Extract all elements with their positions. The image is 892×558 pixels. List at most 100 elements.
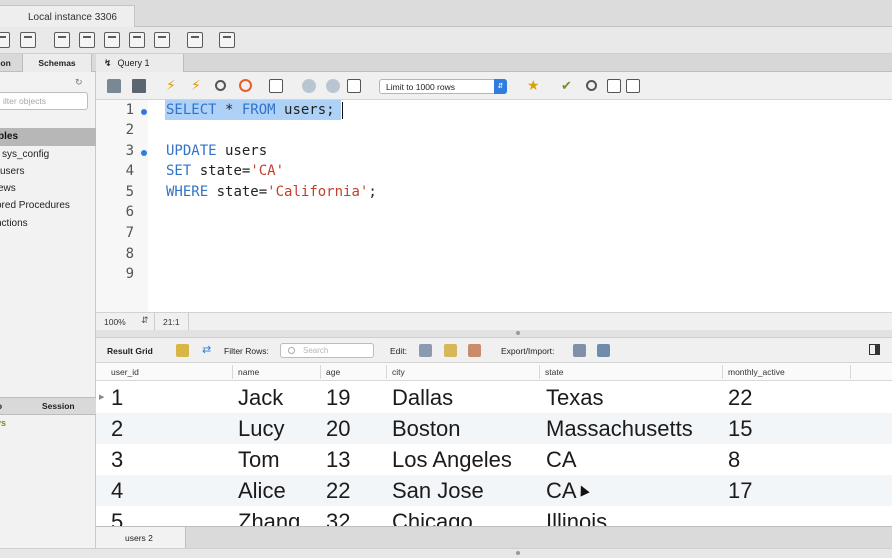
rollback-icon[interactable]	[326, 79, 340, 93]
create-schema-icon[interactable]	[79, 32, 95, 48]
cell-city[interactable]: Los Angeles	[392, 447, 512, 473]
table-row[interactable]: 2 Lucy 20 Boston Massachusetts 15	[96, 413, 892, 444]
column-divider[interactable]	[232, 365, 233, 379]
cell-city[interactable]: San Jose	[392, 478, 484, 504]
table-row[interactable]: 4 Alice 22 San Jose CA 17	[96, 475, 892, 506]
cell-user-id[interactable]: 5	[111, 509, 123, 526]
tab-query-1[interactable]: ↯ Query 1	[96, 54, 184, 72]
add-snippet-icon[interactable]: ★	[527, 77, 541, 93]
cell-state[interactable]: CA	[546, 478, 577, 504]
inspector-icon[interactable]	[54, 32, 70, 48]
cell-age[interactable]: 20	[326, 416, 350, 442]
cell-name[interactable]: Lucy	[238, 416, 284, 442]
pane-splitter[interactable]	[96, 330, 892, 338]
import-icon[interactable]	[597, 344, 610, 357]
sql-editor[interactable]: 1 2 3 4 5 6 7 8 9 SELECT * FROM users; U…	[96, 100, 892, 312]
filter-objects-input[interactable]: ilter objects	[0, 92, 88, 110]
table-row[interactable]: 5 Zhang 32 Chicago Illinois	[96, 506, 892, 526]
tree-item-sys-config[interactable]: sys_config	[2, 149, 49, 160]
code-line-5[interactable]: WHERE state='California';	[166, 184, 377, 200]
tree-item-functions[interactable]: nctions	[0, 218, 28, 229]
splitter-handle-icon[interactable]	[516, 331, 520, 335]
cell-monthly-active[interactable]: 15	[728, 416, 752, 442]
cell-user-id[interactable]: 1	[111, 385, 123, 411]
column-header[interactable]: state	[545, 367, 563, 377]
cell-age[interactable]: 32	[326, 509, 350, 526]
code-line-3[interactable]: UPDATE users	[166, 143, 267, 159]
cell-name[interactable]: Tom	[238, 447, 280, 473]
column-divider[interactable]	[386, 365, 387, 379]
execute-icon[interactable]: ⚡	[166, 77, 180, 93]
tree-item-users[interactable]: users	[0, 166, 24, 177]
cell-name[interactable]: Alice	[238, 478, 286, 504]
tab-result-users-2[interactable]: users 2	[96, 527, 186, 548]
create-table-icon[interactable]	[104, 32, 120, 48]
table-row[interactable]: 1 Jack 19 Dallas Texas 22	[96, 382, 892, 413]
column-header[interactable]: monthly_active	[728, 367, 785, 377]
cell-state[interactable]: Texas	[546, 385, 603, 411]
filter-rows-input[interactable]: Search	[280, 343, 374, 358]
zoom-stepper-icon[interactable]: ⇵	[141, 315, 149, 326]
cell-user-id[interactable]: 2	[111, 416, 123, 442]
cell-city[interactable]: Boston	[392, 416, 461, 442]
execute-current-icon[interactable]: ⚡	[191, 77, 205, 93]
column-header[interactable]: user_id	[111, 367, 139, 377]
toggle-side-panel-icon[interactable]	[869, 344, 880, 355]
instance-tab[interactable]: Local instance 3306	[0, 5, 135, 27]
invisible-chars-icon[interactable]	[607, 79, 621, 93]
cell-state[interactable]: Illinois	[546, 509, 607, 526]
cell-age[interactable]: 22	[326, 478, 350, 504]
cell-user-id[interactable]: 4	[111, 478, 123, 504]
refresh-rows-icon[interactable]: ⇄	[202, 343, 215, 356]
tab-schemas[interactable]: Schemas	[22, 54, 92, 72]
create-view-icon[interactable]	[129, 32, 145, 48]
tree-item-stored-procedures[interactable]: ored Procedures	[0, 200, 70, 211]
create-procedure-icon[interactable]	[154, 32, 170, 48]
column-header[interactable]: name	[238, 367, 259, 377]
cell-city[interactable]: Dallas	[392, 385, 453, 411]
toggle-continue-on-error-icon[interactable]	[269, 79, 283, 93]
column-header[interactable]: age	[326, 367, 340, 377]
cell-name[interactable]: Zhang	[238, 509, 300, 526]
column-divider[interactable]	[850, 365, 851, 379]
code-line-1[interactable]: SELECT * FROM users;	[166, 102, 335, 118]
cell-state[interactable]: Massachusetts	[546, 416, 693, 442]
splitter-handle-icon[interactable]	[516, 551, 520, 555]
insert-row-icon[interactable]	[444, 344, 457, 357]
open-sql-script-icon[interactable]	[20, 32, 36, 48]
new-sql-tab-icon[interactable]	[0, 32, 10, 48]
column-divider[interactable]	[722, 365, 723, 379]
open-file-icon[interactable]	[107, 79, 121, 93]
code-line-4[interactable]: SET state='CA'	[166, 163, 284, 179]
bottom-splitter[interactable]	[0, 548, 892, 558]
tree-item-views[interactable]: ews	[0, 183, 16, 194]
column-header[interactable]: city	[392, 367, 405, 377]
column-divider[interactable]	[320, 365, 321, 379]
cell-age[interactable]: 13	[326, 447, 350, 473]
delete-row-icon[interactable]	[468, 344, 481, 357]
cell-monthly-active[interactable]: 22	[728, 385, 752, 411]
grid-view-icon[interactable]	[176, 344, 189, 357]
tree-item-tables[interactable]: bles	[0, 131, 18, 142]
tab-object-info[interactable]: fo	[0, 401, 2, 411]
refresh-icon[interactable]: ↻	[75, 77, 83, 88]
beautify-icon[interactable]: ✔	[561, 78, 575, 93]
word-wrap-icon[interactable]	[626, 79, 640, 93]
cell-user-id[interactable]: 3	[111, 447, 123, 473]
find-icon[interactable]	[586, 80, 597, 91]
stop-icon[interactable]	[239, 79, 252, 92]
tab-administration[interactable]: tion	[0, 54, 18, 72]
table-row[interactable]: 3 Tom 13 Los Angeles CA 8	[96, 444, 892, 475]
cell-monthly-active[interactable]: 17	[728, 478, 752, 504]
reconnect-icon[interactable]	[219, 32, 235, 48]
edit-row-icon[interactable]	[419, 344, 432, 357]
cell-name[interactable]: Jack	[238, 385, 283, 411]
explain-icon[interactable]	[215, 80, 226, 91]
commit-icon[interactable]	[302, 79, 316, 93]
save-icon[interactable]	[132, 79, 146, 93]
tab-session[interactable]: Session	[42, 401, 75, 411]
limit-rows-select[interactable]: Limit to 1000 rows ⇵	[379, 79, 507, 94]
cell-monthly-active[interactable]: 8	[728, 447, 740, 473]
cell-state[interactable]: CA	[546, 447, 577, 473]
search-table-data-icon[interactable]	[187, 32, 203, 48]
